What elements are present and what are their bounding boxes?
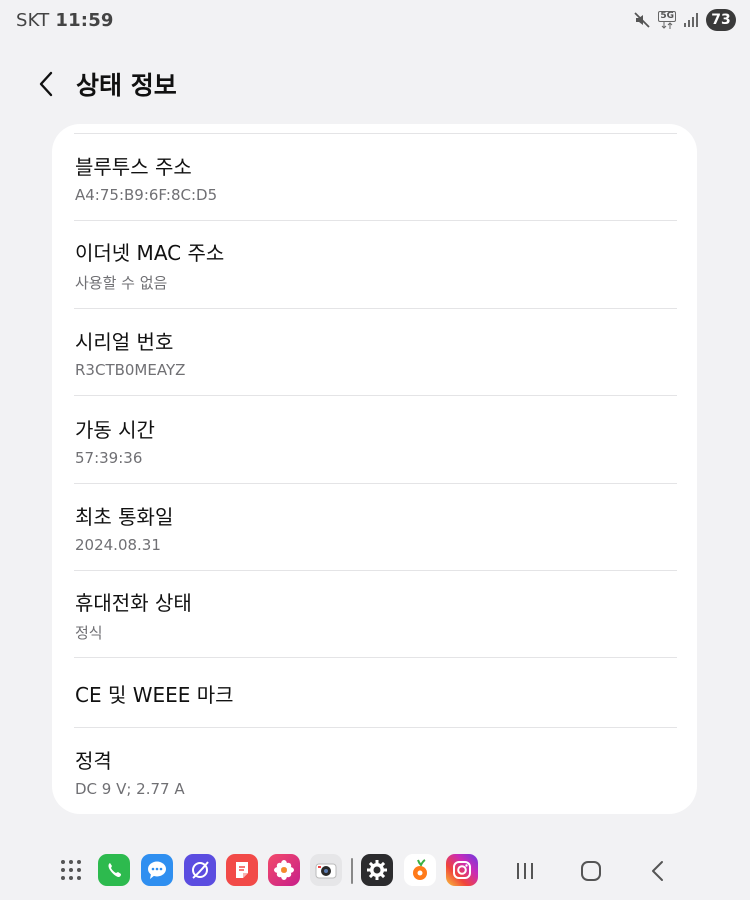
internet-icon[interactable]: [184, 854, 216, 886]
item-label: 시리얼 번호: [75, 330, 174, 354]
home-button[interactable]: [576, 856, 606, 886]
list-item-bluetooth-address[interactable]: 블루투스 주소 A4:75:B9:6F:8C:D5: [74, 134, 677, 221]
back-button[interactable]: [28, 64, 64, 104]
mute-icon: [633, 11, 651, 29]
settings-icon[interactable]: [361, 854, 393, 886]
app-drawer-button[interactable]: [60, 859, 82, 881]
list-item-rating[interactable]: 정격 DC 9 V; 2.77 A: [74, 728, 677, 814]
notes-icon[interactable]: [226, 854, 258, 886]
carrot-app-icon[interactable]: [404, 854, 436, 886]
item-label: 가동 시간: [75, 417, 155, 442]
camera-icon[interactable]: [310, 854, 342, 886]
item-label: 이더넷 MAC 주소: [75, 241, 225, 265]
list-item-ethernet-mac[interactable]: 이더넷 MAC 주소 사용할 수 없음: [74, 221, 677, 309]
item-value: 2024.08.31: [75, 536, 161, 554]
item-value: A4:75:B9:6F:8C:D5: [75, 186, 218, 204]
item-value: 57:39:36: [75, 448, 143, 467]
messages-icon[interactable]: [141, 854, 173, 886]
status-info-card: 블루투스 주소 A4:75:B9:6F:8C:D5 이더넷 MAC 주소 사용할…: [52, 124, 697, 814]
item-value: R3CTB0MEAYZ: [75, 361, 186, 379]
back-icon: [652, 861, 663, 881]
list-item-uptime[interactable]: 가동 시간 57:39:36: [74, 396, 677, 484]
page-title: 상태 정보: [76, 71, 177, 100]
home-icon: [581, 861, 601, 881]
list-item-serial-number[interactable]: 시리얼 번호 R3CTB0MEAYZ: [74, 309, 677, 396]
signal-icon: [683, 12, 699, 28]
gallery-icon[interactable]: [268, 854, 300, 886]
recent-apps-icon: [517, 863, 533, 879]
item-value: 정식: [75, 623, 103, 642]
list-item-phone-status[interactable]: 휴대전화 상태 정식: [74, 571, 677, 658]
item-label: 휴대전화 상태: [75, 590, 192, 615]
item-label: 블루투스 주소: [75, 155, 192, 179]
phone-icon[interactable]: [98, 854, 130, 886]
nav-back-button[interactable]: [643, 856, 673, 886]
chevron-left-icon: [39, 71, 53, 97]
list-item-ce-weee-mark[interactable]: CE 및 WEEE 마크: [74, 658, 677, 728]
item-label: 정격: [75, 748, 112, 773]
grid-icon: [61, 860, 81, 880]
status-bar: SKT 11:59 5G 73: [0, 0, 750, 40]
recent-apps-button[interactable]: [510, 856, 540, 886]
network-5g-icon: 5G: [658, 11, 676, 29]
clock: 11:59: [55, 9, 114, 31]
battery-indicator: 73: [706, 9, 736, 31]
dock-divider: [351, 858, 353, 884]
status-left: SKT 11:59: [16, 10, 114, 31]
item-value: DC 9 V; 2.77 A: [75, 779, 185, 798]
page-header: 상태 정보: [0, 60, 750, 108]
item-label: CE 및 WEEE 마크: [75, 682, 234, 707]
instagram-icon[interactable]: [446, 854, 478, 886]
carrier-label: SKT: [16, 9, 50, 31]
list-item-first-call-date[interactable]: 최초 통화일 2024.08.31: [74, 484, 677, 571]
item-value: 사용할 수 없음: [75, 274, 168, 292]
status-right: 5G 73: [633, 9, 736, 31]
navigation-bar: [0, 845, 750, 895]
item-label: 최초 통화일: [75, 505, 174, 529]
